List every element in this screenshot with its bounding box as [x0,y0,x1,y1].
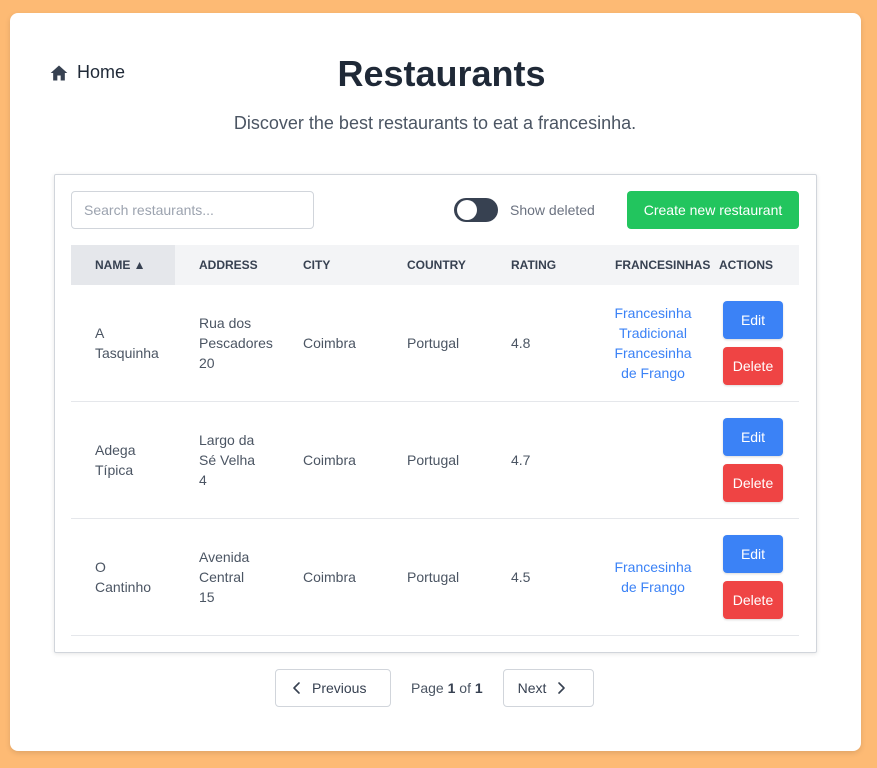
chevron-right-icon [558,682,566,694]
francesinha-link[interactable]: Francesinha Tradicional [614,303,691,343]
next-label: Next [517,680,547,696]
cell-city: Coimbra [279,402,383,518]
search-input[interactable] [71,191,314,229]
table-row: A Tasquinha Rua dos Pescadores 20 Coimbr… [71,285,799,402]
restaurant-name: A Tasquinha [95,325,159,361]
restaurant-rating: 4.5 [511,569,531,585]
cell-name: Adega Típica [71,402,175,518]
restaurant-country: Portugal [407,335,460,351]
edit-button[interactable]: Edit [723,301,783,339]
cell-actions: Edit Delete [723,519,783,635]
cell-rating: 4.7 [487,402,591,518]
column-header-address[interactable]: ADDRESS [175,245,279,285]
page-title: Restaurants [337,53,546,94]
column-header-name[interactable]: NAME ▲ [71,245,175,285]
show-deleted-label: Show deleted [510,202,595,218]
page-subtitle: Discover the best restaurants to eat a f… [233,113,637,133]
cell-name: O Cantinho [71,519,175,635]
column-header-rating[interactable]: RATING [487,245,591,285]
restaurant-name: O Cantinho [95,559,152,595]
cell-name: A Tasquinha [71,285,175,401]
restaurant-city: Coimbra [303,452,356,468]
toggle-knob [457,200,477,220]
restaurant-city: Coimbra [303,335,356,351]
create-restaurant-button[interactable]: Create new restaurant [627,191,799,229]
cell-rating: 4.5 [487,519,591,635]
delete-button[interactable]: Delete [723,464,783,502]
cell-city: Coimbra [279,519,383,635]
restaurant-address: Avenida Central 15 [199,549,250,605]
previous-label: Previous [312,680,367,696]
restaurant-city: Coimbra [303,569,356,585]
restaurant-name: Adega Típica [95,442,136,478]
column-header-francesinhas[interactable]: FRANCESINHAS [591,245,710,285]
cell-city: Coimbra [279,285,383,401]
francesinha-link[interactable]: Francesinha de Frango [614,557,691,597]
cell-francesinhas [607,402,699,518]
restaurant-address: Largo da Sé Velha 4 [199,432,256,488]
restaurant-rating: 4.7 [511,452,531,468]
edit-button[interactable]: Edit [723,535,783,573]
restaurant-rating: 4.8 [511,335,531,351]
cell-address: Rua dos Pescadores 20 [175,285,279,401]
cell-francesinhas: Francesinha de Frango [607,519,699,635]
previous-page-button[interactable]: Previous [275,669,391,707]
cell-francesinhas: Francesinha Tradicional Francesinha de F… [607,285,699,401]
edit-button[interactable]: Edit [723,418,783,456]
restaurant-country: Portugal [407,569,460,585]
of-label: of [459,680,471,696]
total-pages: 1 [474,680,483,696]
cell-actions: Edit Delete [723,285,783,401]
restaurants-panel: Show deleted Create new restaurant NAME … [54,174,817,653]
column-header-country[interactable]: COUNTRY [383,245,487,285]
page-prefix: Page [411,680,444,696]
chevron-left-icon [293,682,300,694]
cell-address: Largo da Sé Velha 4 [175,402,279,518]
cell-country: Portugal [383,285,487,401]
page-indicator: Page 1 of 1 [411,680,483,696]
table-row: Adega Típica Largo da Sé Velha 4 Coimbra… [71,402,799,519]
column-header-actions: ACTIONS [719,258,773,272]
show-deleted-toggle[interactable] [454,198,498,222]
pagination: Previous Page 1 of 1 Next [275,669,594,707]
cell-address: Avenida Central 15 [175,519,279,635]
current-page: 1 [447,680,456,696]
cell-rating: 4.8 [487,285,591,401]
delete-button[interactable]: Delete [723,581,783,619]
cell-actions: Edit Delete [723,402,783,518]
restaurant-address: Rua dos Pescadores 20 [199,315,273,371]
next-page-button[interactable]: Next [502,669,594,707]
cell-country: Portugal [383,402,487,518]
column-header-city[interactable]: CITY [279,245,383,285]
main-card: Home Restaurants Discover the best resta… [10,13,861,751]
table-header: NAME ▲ ADDRESS CITY COUNTRY RATING FRANC… [71,245,799,285]
delete-button[interactable]: Delete [723,347,783,385]
francesinha-link[interactable]: Francesinha de Frango [614,343,691,383]
cell-country: Portugal [383,519,487,635]
table-row: O Cantinho Avenida Central 15 Coimbra Po… [71,519,799,636]
restaurant-country: Portugal [407,452,460,468]
